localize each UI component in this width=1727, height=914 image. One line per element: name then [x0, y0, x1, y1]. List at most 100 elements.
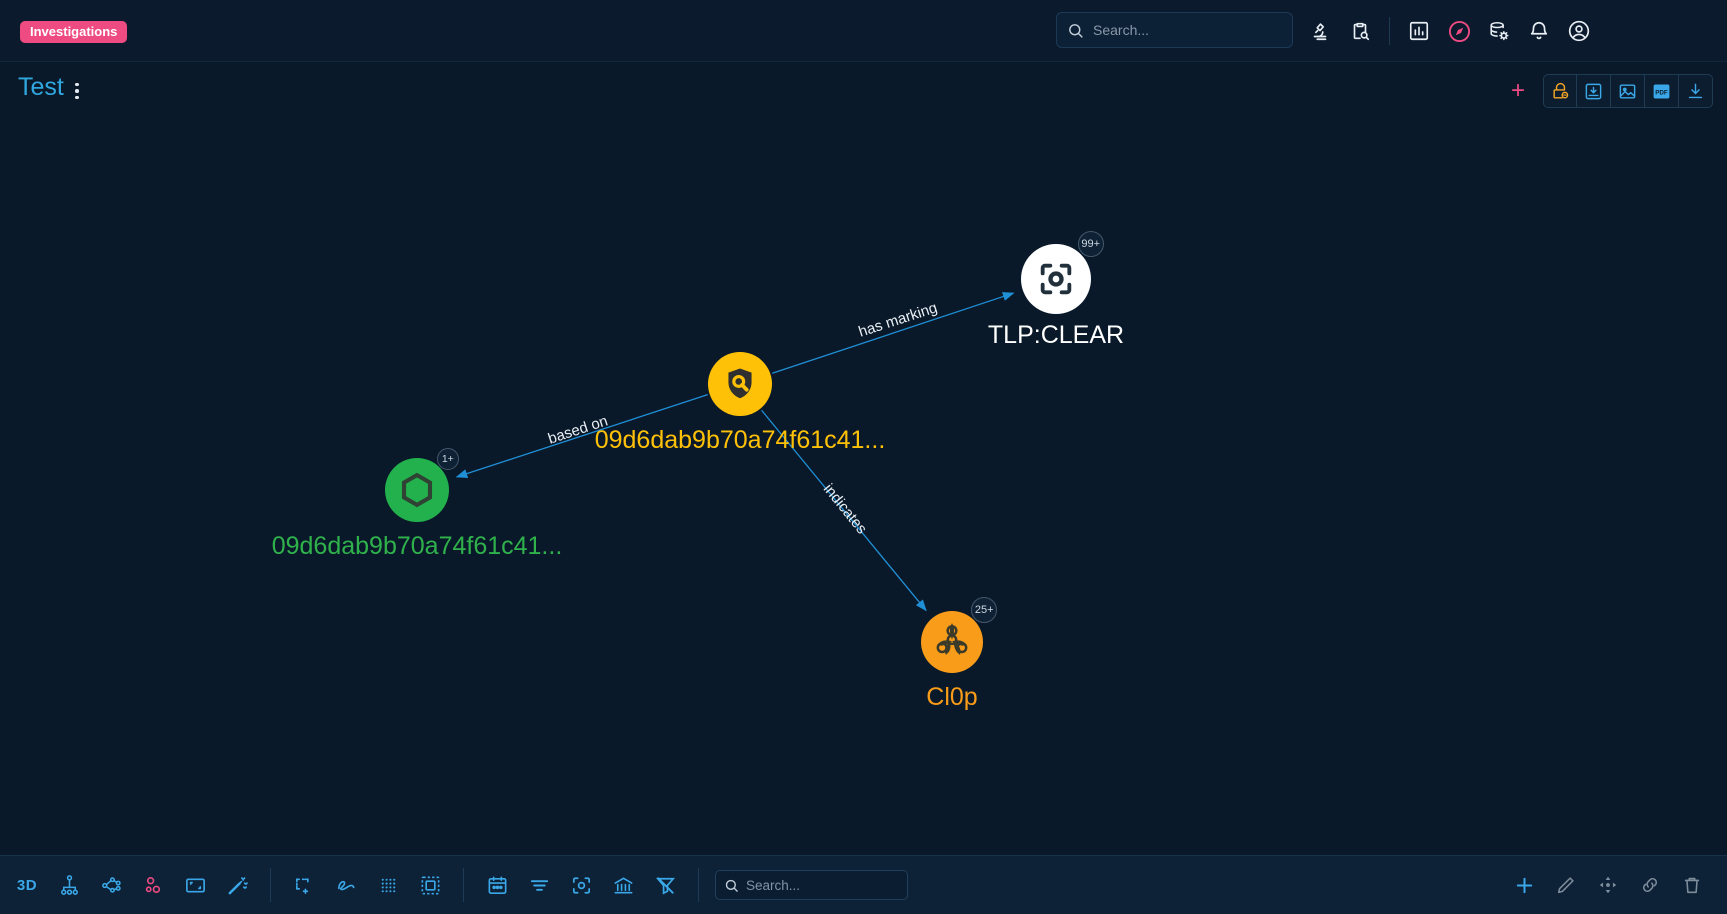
time-range-button[interactable]: [476, 864, 518, 906]
marking-definition-node-circle[interactable]: [1021, 244, 1091, 314]
cluster-layout-button[interactable]: [132, 864, 174, 906]
indicator-node-label: 09d6dab9b70a74f61c41...: [594, 426, 886, 454]
search-input[interactable]: [1093, 13, 1283, 47]
top-icon-group: [1300, 0, 1599, 62]
link-icon: [1643, 878, 1657, 892]
force-layout-icon: [101, 876, 121, 893]
bell-icon: [1530, 22, 1548, 40]
export-button-group: PDF: [1543, 74, 1713, 108]
compass-icon-button[interactable]: [1439, 11, 1479, 51]
global-search[interactable]: [1056, 12, 1293, 48]
graph-edge-layer: [455, 292, 1015, 612]
image-icon: [1619, 83, 1636, 99]
fit-screen-button[interactable]: [174, 864, 216, 906]
account-circle-icon-button[interactable]: [1559, 11, 1599, 51]
select-all-dots-icon: [381, 878, 395, 892]
expand-arrows-icon: [1599, 876, 1617, 894]
select-all-button[interactable]: [367, 864, 409, 906]
magic-wand-button[interactable]: [216, 864, 258, 906]
clipboard-search-icon: [1353, 22, 1370, 41]
plus-icon: [1516, 877, 1532, 893]
delete-button[interactable]: [1671, 864, 1713, 906]
graph-canvas[interactable]: has marking based on indicates 09d6dab9b70…: [0, 120, 1727, 789]
force-layout-button[interactable]: [90, 864, 132, 906]
marking-definition-node-badge: 99+: [1077, 231, 1104, 258]
stixfile-observable-node-label: 09d6dab9b70a74f61c41...: [271, 532, 563, 560]
hexagon-icon: [398, 471, 436, 509]
export-pdf-button[interactable]: PDF: [1645, 74, 1679, 108]
top-divider: [1389, 17, 1390, 45]
freehand-select-button[interactable]: [325, 864, 367, 906]
header-action-bar: + PDF: [1501, 74, 1713, 108]
tree-layout-icon: [60, 874, 78, 895]
account-circle-icon: [1568, 20, 1590, 42]
organization-icon: [614, 876, 632, 894]
indicator-node-circle[interactable]: [708, 352, 772, 416]
download-button[interactable]: [1679, 74, 1713, 108]
trash-icon: [1684, 877, 1700, 894]
database-gear-icon-button[interactable]: [1479, 11, 1519, 51]
marking-filter-icon: [572, 876, 590, 894]
edge-has-marking[interactable]: [772, 292, 1015, 374]
select-by-type-button[interactable]: [409, 864, 451, 906]
dot: [75, 82, 79, 87]
malware-node-badge: 25+: [971, 596, 998, 623]
search-icon: [1069, 24, 1083, 38]
select-by-type-icon: [421, 876, 439, 894]
expand-button[interactable]: [1587, 864, 1629, 906]
toolbar-divider: [270, 868, 271, 902]
microscope-icon: [1313, 23, 1327, 41]
fit-screen-icon: [185, 877, 205, 893]
rectangle-select-icon: [295, 877, 309, 894]
clipboard-search-icon-button[interactable]: [1340, 11, 1380, 51]
stixfile-observable-node-circle[interactable]: [385, 458, 449, 522]
tree-layout-button[interactable]: [48, 864, 90, 906]
graph-toolbar: 3D: [0, 855, 1727, 914]
pdf-icon: PDF: [1653, 84, 1670, 98]
page-title: Test: [18, 73, 64, 101]
svg-text:PDF: PDF: [1655, 89, 1668, 96]
page-header: Test + PDF: [0, 62, 1727, 120]
lock-icon: [1552, 82, 1568, 99]
marking-definition-node-label: TLP:CLEAR: [987, 321, 1125, 349]
edit-button[interactable]: [1545, 864, 1587, 906]
malware-node-circle[interactable]: [921, 611, 983, 673]
investigations-badge[interactable]: Investigations: [20, 21, 128, 43]
organizations-button[interactable]: [602, 864, 644, 906]
search-icon: [725, 879, 738, 892]
graph-search[interactable]: [715, 870, 908, 900]
add-entity-button[interactable]: [1503, 864, 1545, 906]
toggle-3d-label: 3D: [16, 876, 38, 894]
toolbar-divider: [463, 868, 464, 902]
add-button[interactable]: +: [1501, 74, 1535, 108]
biohazard-icon: [932, 622, 972, 662]
magic-wand-icon: [228, 876, 248, 894]
dot: [75, 95, 79, 100]
filters-button[interactable]: [518, 864, 560, 906]
clear-filters-button[interactable]: [644, 864, 686, 906]
export-image-button[interactable]: [1611, 74, 1645, 108]
database-gear-icon: [1490, 21, 1509, 41]
more-options-button[interactable]: [66, 78, 88, 104]
download-icon: [1688, 83, 1703, 98]
freehand-select-icon: [337, 880, 355, 890]
rectangle-select-button[interactable]: [283, 864, 325, 906]
toggle-3d-button[interactable]: 3D: [6, 864, 48, 906]
lock-marking-button[interactable]: [1543, 74, 1577, 108]
markings-filter-button[interactable]: [560, 864, 602, 906]
cluster-layout-icon: [145, 876, 160, 893]
calendar-icon: [488, 876, 506, 894]
dashboard-chart-icon: [1409, 21, 1429, 41]
graph-search-input[interactable]: [746, 871, 901, 899]
shield-search-icon: [721, 365, 759, 403]
marking-brackets-icon: [1036, 259, 1076, 299]
toolbar-divider: [698, 868, 699, 902]
investigation-graph-page: Investigations Search... Test + PDF has …: [0, 0, 1727, 914]
dot: [75, 89, 79, 93]
malware-node-label: Cl0p: [926, 683, 978, 711]
link-button[interactable]: [1629, 864, 1671, 906]
dashboard-chart-icon-button[interactable]: [1399, 11, 1439, 51]
bell-icon-button[interactable]: [1519, 11, 1559, 51]
microscope-icon-button[interactable]: [1300, 11, 1340, 51]
import-inbox-button[interactable]: [1577, 74, 1611, 108]
